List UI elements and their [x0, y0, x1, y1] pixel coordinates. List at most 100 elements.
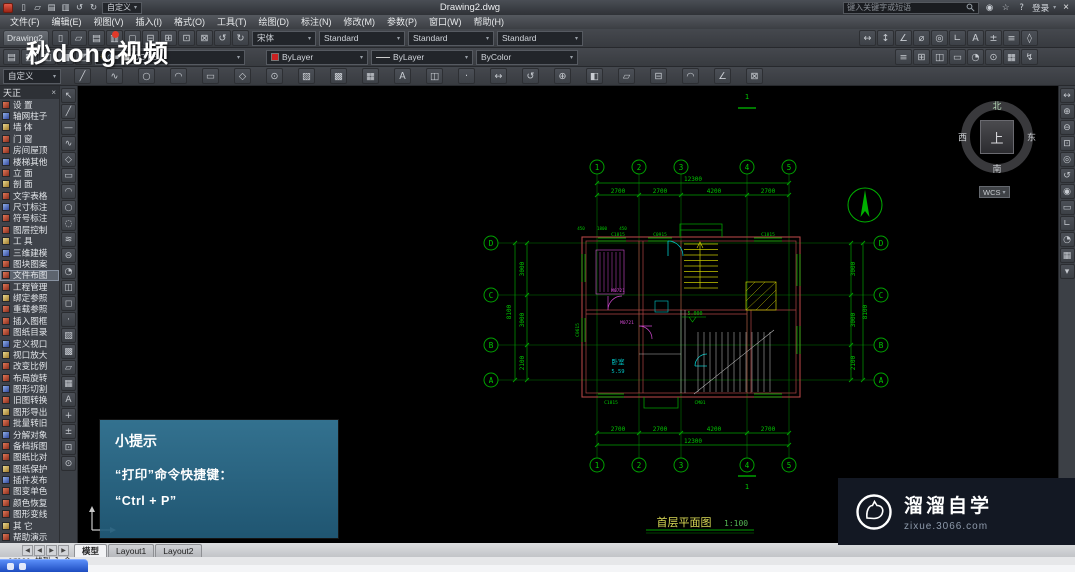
orbit-icon[interactable]: ↺	[1059, 168, 1075, 183]
palette-item[interactable]: 图块图案	[0, 258, 59, 269]
dim-angle-icon[interactable]: ∟	[949, 30, 966, 46]
polyline-icon[interactable]: ∿	[106, 68, 123, 84]
help-icon[interactable]: ?	[1015, 1, 1028, 14]
dim-linear-icon[interactable]: ↔	[859, 30, 876, 46]
grid-icon[interactable]: ▦	[1059, 248, 1075, 263]
palette-item[interactable]: 其 它	[0, 520, 59, 531]
tab-layout2[interactable]: Layout2	[155, 544, 202, 557]
wcs-selector[interactable]: WCS ▾	[979, 186, 1010, 198]
xline-icon[interactable]: —	[61, 120, 76, 135]
tolerance-icon[interactable]: ±	[985, 30, 1002, 46]
menu-item[interactable]: 文件(F)	[4, 15, 46, 29]
palette-item[interactable]: 图纸目录	[0, 327, 59, 338]
circle-icon[interactable]: ⊙	[985, 49, 1002, 65]
palette-item[interactable]: 重载参照	[0, 304, 59, 315]
palette-item[interactable]: 视口放大	[0, 349, 59, 360]
menu-item[interactable]: 视图(V)	[88, 15, 130, 29]
menu-item[interactable]: 窗口(W)	[423, 15, 468, 29]
menu-item[interactable]: 绘图(D)	[253, 15, 296, 29]
palette-item[interactable]: 墙 体	[0, 122, 59, 133]
zoom-window-icon[interactable]: ⊡	[1059, 136, 1075, 151]
layer-properties-icon[interactable]: ▤	[3, 49, 20, 65]
center-mark-icon[interactable]: ⊙	[61, 456, 76, 471]
measure-icon[interactable]: ⊞	[913, 49, 930, 65]
steering-wheel-icon[interactable]: ◉	[1059, 184, 1075, 199]
table-icon[interactable]: ▦	[61, 376, 76, 391]
dim-baseline-icon[interactable]: ≡	[1003, 30, 1020, 46]
divide-icon[interactable]: ±	[61, 424, 76, 439]
zoom-extents-icon[interactable]: ◎	[1059, 152, 1075, 167]
search-icon[interactable]	[966, 3, 975, 12]
make-block-icon[interactable]: ◻	[61, 296, 76, 311]
palette-item[interactable]: 门 窗	[0, 133, 59, 144]
palette-item[interactable]: 插入图框	[0, 315, 59, 326]
color-combo[interactable]: ByLayer ▾	[266, 49, 368, 65]
view-compass[interactable]: 上 北 南 东 西	[958, 101, 1036, 175]
palette-item[interactable]: 立 面	[0, 167, 59, 178]
select-icon[interactable]: ↖	[61, 88, 76, 103]
first-tab-icon[interactable]: ◀	[22, 545, 33, 556]
zoom-in-icon[interactable]: ⊕	[1059, 104, 1075, 119]
hatch-icon[interactable]: ▦	[1003, 49, 1020, 65]
polygon-icon[interactable]: ◇	[61, 152, 76, 167]
palette-item[interactable]: 图形导出	[0, 406, 59, 417]
paste-icon[interactable]: ⊡	[178, 30, 195, 46]
trim-icon[interactable]: ⊟	[650, 68, 667, 84]
mirror-icon[interactable]: ◧	[586, 68, 603, 84]
sign-in-button[interactable]: 登录	[1032, 2, 1049, 14]
compass-top-face[interactable]: 上	[980, 120, 1014, 154]
font-combo[interactable]: 宋体 ▾	[252, 30, 316, 46]
palette-item[interactable]: 改变比例	[0, 361, 59, 372]
insert-block-icon[interactable]: ◫	[61, 280, 76, 295]
tab-model[interactable]: 模型	[74, 544, 108, 557]
polyline-icon[interactable]: ∿	[61, 136, 76, 151]
measure-tool-icon[interactable]: ⊡	[61, 440, 76, 455]
palette-item[interactable]: 分解对象	[0, 429, 59, 440]
close-button[interactable]: ×	[1060, 2, 1072, 13]
palette-item[interactable]: 文件布图	[0, 269, 59, 281]
compass-south[interactable]: 南	[992, 162, 1001, 175]
palette-item[interactable]: 工 具	[0, 236, 59, 247]
favorites-icon[interactable]: ☆	[999, 1, 1012, 14]
move-icon[interactable]: ↔	[490, 68, 507, 84]
compass-west[interactable]: 西	[958, 131, 967, 144]
named-views-icon[interactable]: ◔	[1059, 232, 1075, 247]
command-history[interactable]: erase 找到 1 个	[0, 557, 1075, 565]
dim-aligned-icon[interactable]: ↕	[877, 30, 894, 46]
circle-icon[interactable]: ○	[61, 200, 76, 215]
chevron-down-icon[interactable]: ▾	[1053, 4, 1056, 11]
rectangle-icon[interactable]: ▭	[61, 168, 76, 183]
block-editor-icon[interactable]: ◫	[931, 49, 948, 65]
arc-icon[interactable]: ◔	[967, 49, 984, 65]
dim-center-icon[interactable]: ◊	[1021, 30, 1038, 46]
erase-icon[interactable]: ⊠	[746, 68, 763, 84]
palette-item[interactable]: 三维建模	[0, 247, 59, 258]
menu-item[interactable]: 编辑(E)	[46, 15, 88, 29]
revcloud-icon[interactable]: ◌	[61, 216, 76, 231]
menu-item[interactable]: 参数(P)	[381, 15, 423, 29]
match-properties-icon[interactable]: ⊠	[196, 30, 213, 46]
hatch-icon[interactable]: ▨	[61, 328, 76, 343]
menu-item[interactable]: 修改(M)	[338, 15, 382, 29]
table-icon[interactable]: ▦	[362, 68, 379, 84]
palette-item[interactable]: 楼梯其他	[0, 156, 59, 167]
menu-item[interactable]: 帮助(H)	[468, 15, 511, 29]
text-style-combo[interactable]: Standard ▾	[319, 30, 405, 46]
search-input[interactable]: 键入关键字或短语	[843, 1, 980, 14]
palette-item[interactable]: 尺寸标注	[0, 201, 59, 212]
palette-item[interactable]: 批量转旧	[0, 418, 59, 429]
hatch-icon[interactable]: ▨	[298, 68, 315, 84]
palette-item[interactable]: 绑定参照	[0, 292, 59, 303]
undo-icon[interactable]: ↺	[214, 30, 231, 46]
palette-item[interactable]: 轴网柱子	[0, 110, 59, 121]
mtext-icon[interactable]: A	[61, 392, 76, 407]
spline-icon[interactable]: ≋	[61, 232, 76, 247]
palette-item[interactable]: 剖 面	[0, 179, 59, 190]
line-icon[interactable]: ╱	[74, 68, 91, 84]
ucs-tool-icon[interactable]: ∟	[1059, 216, 1075, 231]
menu-item[interactable]: 插入(I)	[130, 15, 169, 29]
show-motion-icon[interactable]: ▭	[1059, 200, 1075, 215]
add-selected-icon[interactable]: +	[61, 408, 76, 423]
gradient-icon[interactable]: ▩	[330, 68, 347, 84]
save-icon[interactable]: ▤	[45, 1, 58, 14]
